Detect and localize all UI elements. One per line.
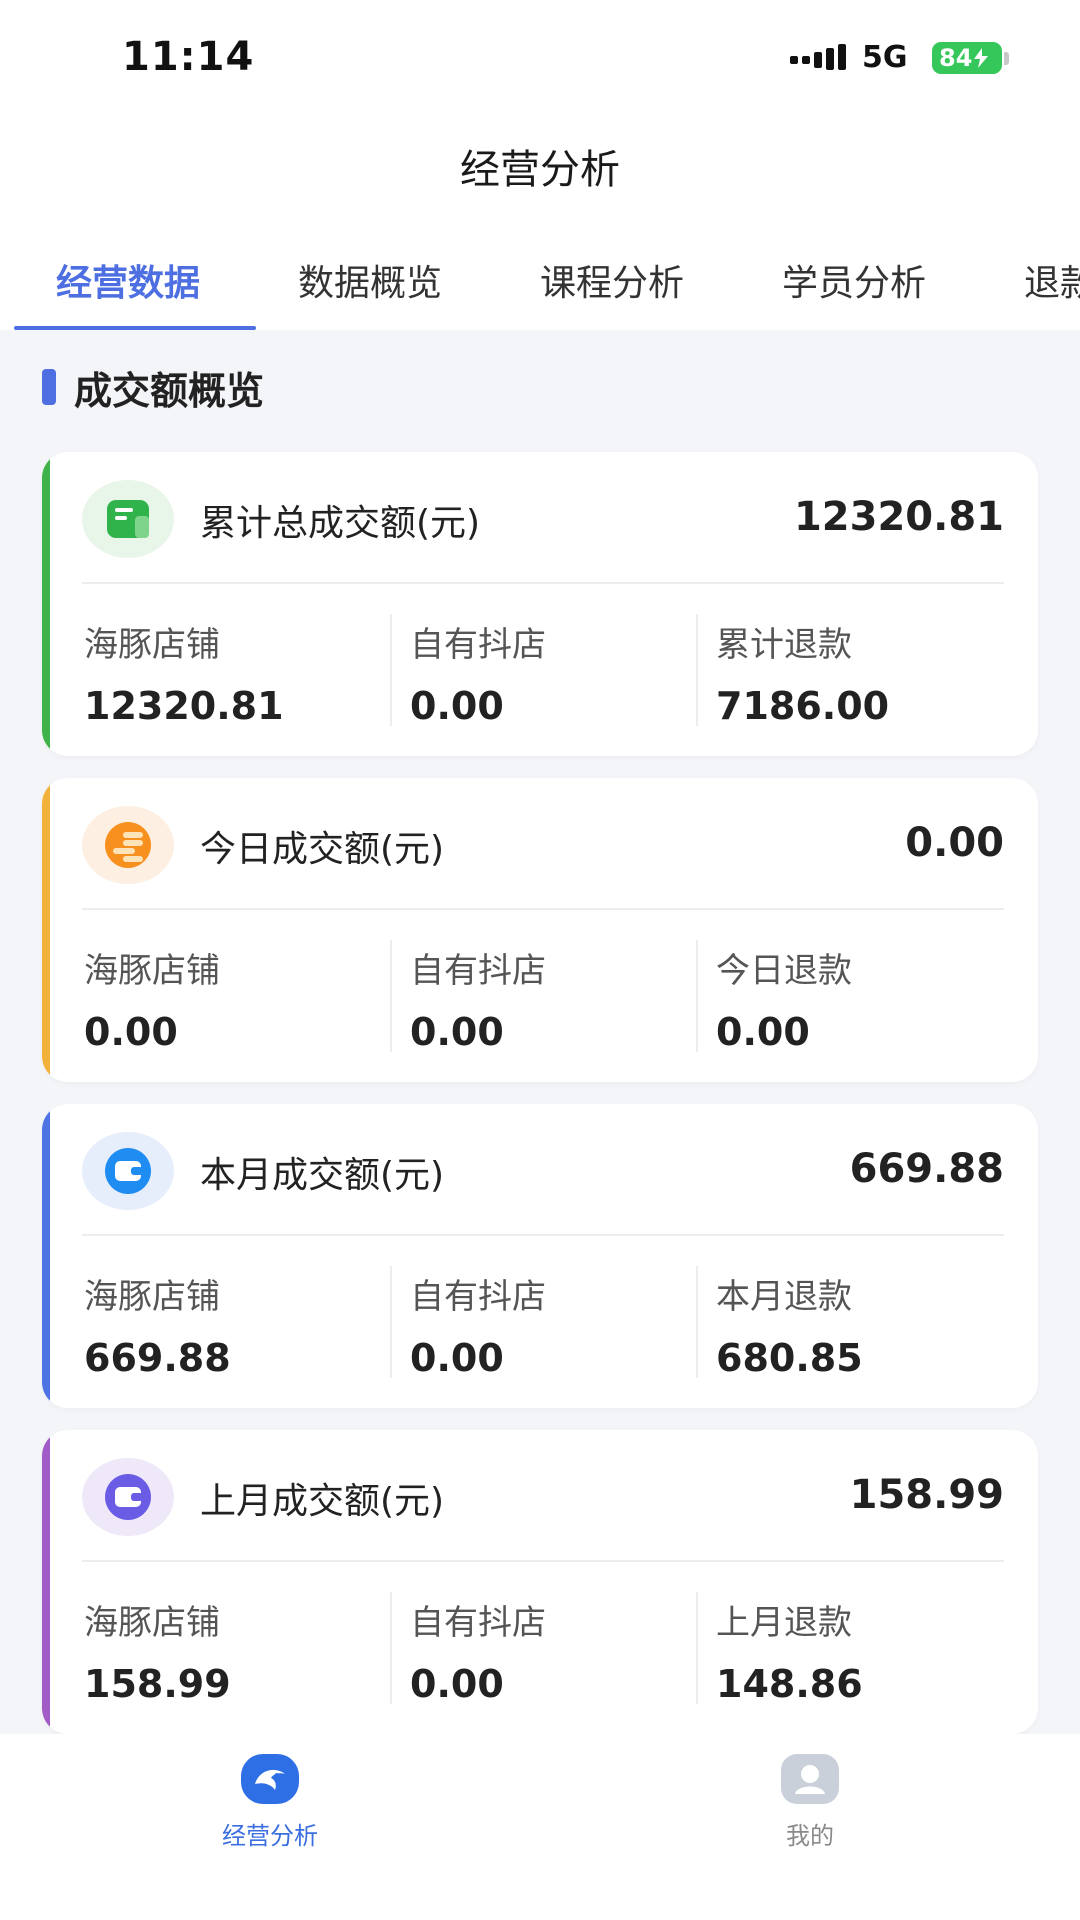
stat-refund: 本月退款 680.85 — [716, 1269, 1016, 1380]
column-separator — [390, 614, 392, 726]
stat-label: 海豚店铺 — [84, 951, 220, 991]
network-type: 5G — [862, 40, 908, 75]
column-separator — [696, 614, 698, 726]
stat-own-douyin-store: 自有抖店 0.00 — [410, 617, 710, 728]
ledger-icon — [82, 480, 174, 558]
status-bar: 11:14 5G 84 — [0, 0, 1080, 118]
stat-value: 0.00 — [84, 1010, 178, 1054]
card-accent — [42, 1104, 50, 1408]
stat-dolphin-store: 海豚店铺 158.99 — [84, 1595, 384, 1706]
card-total-sales[interactable]: 累计总成交额(元) 12320.81 海豚店铺 12320.81 自有抖店 0.… — [42, 452, 1038, 756]
stat-label: 自有抖店 — [410, 1603, 546, 1643]
stat-value: 0.00 — [410, 1336, 504, 1380]
stat-label: 本月退款 — [716, 1277, 852, 1317]
card-total-value: 158.99 — [849, 1472, 1004, 1518]
bottom-nav-label: 我的 — [786, 1822, 834, 1850]
stat-refund: 累计退款 7186.00 — [716, 617, 1016, 728]
bottom-nav-profile[interactable]: 我的 — [700, 1754, 920, 1851]
card-total-value: 12320.81 — [793, 494, 1004, 540]
battery-icon: 84 — [932, 42, 1002, 74]
stat-value: 0.00 — [410, 1010, 504, 1054]
stat-value: 669.88 — [84, 1336, 231, 1380]
column-separator — [390, 1266, 392, 1378]
battery-level: 84 — [939, 44, 973, 72]
stat-refund: 今日退款 0.00 — [716, 943, 1016, 1054]
bottom-nav: 经营分析 我的 — [0, 1734, 1080, 1920]
card-accent — [42, 778, 50, 1082]
stat-value: 12320.81 — [84, 684, 284, 728]
stat-label: 自有抖店 — [410, 625, 546, 665]
stat-value: 0.00 — [410, 684, 504, 728]
stat-label: 累计退款 — [716, 625, 852, 665]
stat-label: 海豚店铺 — [84, 625, 220, 665]
card-title: 今日成交额(元) — [200, 829, 445, 870]
divider — [82, 908, 1004, 910]
stat-label: 自有抖店 — [410, 1277, 546, 1317]
stat-value: 7186.00 — [716, 684, 890, 728]
stat-label: 上月退款 — [716, 1603, 852, 1643]
card-month-sales[interactable]: 本月成交额(元) 669.88 海豚店铺 669.88 自有抖店 0.00 本月… — [42, 1104, 1038, 1408]
status-time: 11:14 — [122, 34, 255, 80]
card-last-month-sales[interactable]: 上月成交额(元) 158.99 海豚店铺 158.99 自有抖店 0.00 上月… — [42, 1430, 1038, 1734]
column-separator — [390, 1592, 392, 1704]
column-separator — [390, 940, 392, 1052]
card-total-value: 669.88 — [849, 1146, 1004, 1192]
card-title: 上月成交额(元) — [200, 1481, 445, 1522]
bottom-nav-business-analysis[interactable]: 经营分析 — [160, 1754, 380, 1851]
stat-label: 今日退款 — [716, 951, 852, 991]
stat-own-douyin-store: 自有抖店 0.00 — [410, 1595, 710, 1706]
section-header: 成交额概览 — [42, 362, 265, 413]
card-today-sales[interactable]: 今日成交额(元) 0.00 海豚店铺 0.00 自有抖店 0.00 今日退款 0… — [42, 778, 1038, 1082]
app-screen: 11:14 5G 84 经营分析 经营数据 数据概览 课程分析 学员分析 退款 … — [0, 0, 1080, 1920]
wallet-icon — [82, 1458, 174, 1536]
stat-dolphin-store: 海豚店铺 0.00 — [84, 943, 384, 1054]
stat-dolphin-store: 海豚店铺 12320.81 — [84, 617, 384, 728]
coins-icon — [82, 806, 174, 884]
bottom-nav-label: 经营分析 — [222, 1822, 318, 1850]
page-title: 经营分析 — [460, 147, 620, 193]
stat-own-douyin-store: 自有抖店 0.00 — [410, 1269, 710, 1380]
card-title: 累计总成交额(元) — [200, 503, 481, 544]
stat-value: 0.00 — [410, 1662, 504, 1706]
tab-business-data[interactable]: 经营数据 — [56, 254, 200, 306]
column-separator — [696, 1592, 698, 1704]
column-separator — [696, 940, 698, 1052]
active-tab-indicator — [14, 326, 256, 330]
card-accent — [42, 1430, 50, 1734]
wallet-icon — [82, 1132, 174, 1210]
column-separator — [696, 1266, 698, 1378]
section-title: 成交额概览 — [74, 368, 265, 413]
tab-course-analysis[interactable]: 课程分析 — [540, 254, 684, 306]
stat-refund: 上月退款 148.86 — [716, 1595, 1016, 1706]
stat-label: 海豚店铺 — [84, 1603, 220, 1643]
divider — [82, 582, 1004, 584]
dolphin-icon — [241, 1754, 299, 1804]
nav-header: 经营分析 — [0, 118, 1080, 214]
card-accent — [42, 452, 50, 756]
stat-own-douyin-store: 自有抖店 0.00 — [410, 943, 710, 1054]
tab-data-overview[interactable]: 数据概览 — [298, 254, 442, 306]
charging-icon — [974, 48, 989, 68]
stat-label: 海豚店铺 — [84, 1277, 220, 1317]
tab-student-analysis[interactable]: 学员分析 — [782, 254, 926, 306]
tab-refund[interactable]: 退款 — [1024, 254, 1080, 306]
divider — [82, 1560, 1004, 1562]
profile-icon — [781, 1754, 839, 1804]
card-title: 本月成交额(元) — [200, 1155, 445, 1196]
stat-value: 680.85 — [716, 1336, 863, 1380]
tab-bar: 经营数据 数据概览 课程分析 学员分析 退款 — [0, 214, 1080, 330]
signal-icon — [790, 44, 846, 70]
stat-dolphin-store: 海豚店铺 669.88 — [84, 1269, 384, 1380]
stat-value: 148.86 — [716, 1662, 863, 1706]
stat-value: 0.00 — [716, 1010, 810, 1054]
divider — [82, 1234, 1004, 1236]
stat-value: 158.99 — [84, 1662, 231, 1706]
stat-label: 自有抖店 — [410, 951, 546, 991]
card-total-value: 0.00 — [905, 820, 1004, 866]
section-marker — [42, 369, 56, 405]
battery-tip — [1004, 52, 1009, 65]
